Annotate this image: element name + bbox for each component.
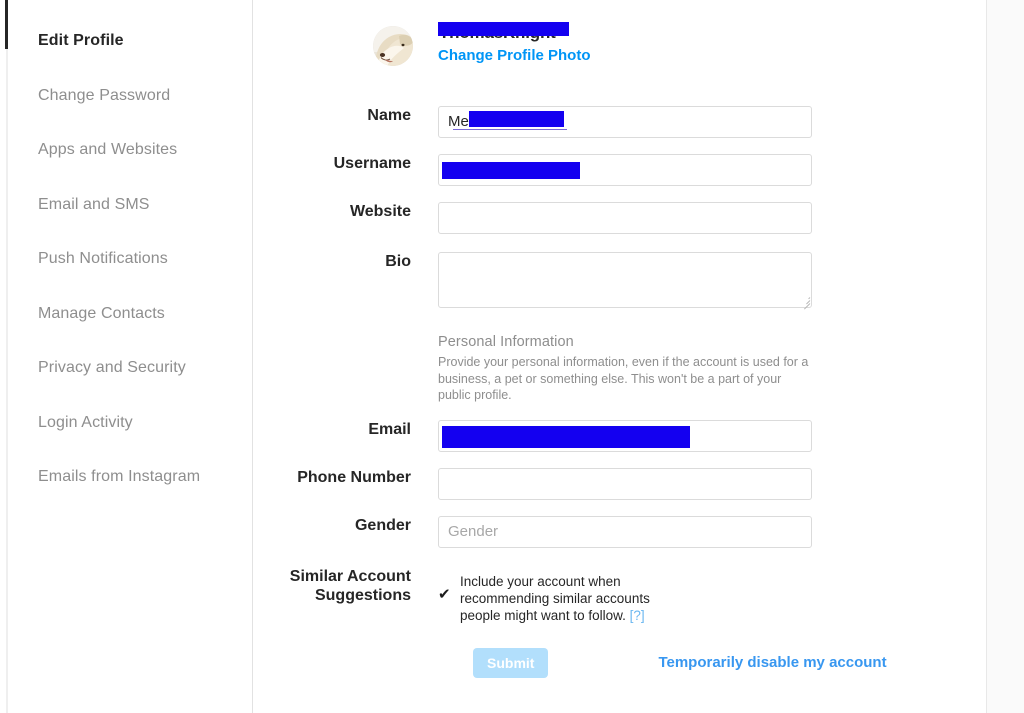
- similar-accounts-field: ✔ Include your account when recommending…: [438, 566, 986, 625]
- name-row: Name Me: [253, 106, 986, 138]
- edit-profile-page: Edit Profile Change Password Apps and We…: [0, 0, 1024, 713]
- redaction-bar-name: [469, 111, 564, 127]
- email-input[interactable]: [438, 419, 812, 452]
- resize-handle-icon[interactable]: [799, 295, 811, 310]
- sidebar-item-login-activity[interactable]: Login Activity: [0, 396, 253, 451]
- personal-information-title: Personal Information: [438, 334, 574, 350]
- username-row: Username: [253, 154, 986, 186]
- form-actions-row: Submit Temporarily disable my account: [253, 647, 986, 678]
- profile-header-text: ThomasKnight Change Profile Photo: [438, 22, 986, 64]
- sidebar-item-label: Apps and Websites: [38, 141, 178, 158]
- redaction-bar-username-field: [442, 162, 580, 179]
- username-field-wrap: [438, 154, 986, 186]
- website-row: Website: [253, 202, 986, 234]
- gender-row: Gender Gender: [253, 515, 986, 548]
- bio-label: Bio: [385, 253, 411, 270]
- email-label: Email: [368, 420, 411, 438]
- sidebar-item-label: Email and SMS: [38, 195, 150, 213]
- sidebar-item-label: Push Notifications: [38, 250, 168, 267]
- similar-accounts-label-line-2: Suggestions: [314, 587, 411, 605]
- sidebar-item-privacy-and-security[interactable]: Privacy and Security: [0, 341, 253, 396]
- name-input-value: Me: [448, 113, 469, 130]
- name-field-wrap: Me: [438, 106, 986, 138]
- redaction-bar-email: [442, 425, 690, 448]
- bio-field-wrap: [438, 252, 986, 310]
- gender-label: Gender: [354, 516, 411, 534]
- profile-header-row: ThomasKnight Change Profile Photo: [253, 22, 986, 90]
- settings-sidebar: Edit Profile Change Password Apps and We…: [0, 0, 253, 713]
- spellcheck-underline: [453, 129, 567, 130]
- similar-accounts-checkbox[interactable]: ✔: [438, 574, 460, 604]
- form-actions: Submit Temporarily disable my account: [438, 647, 986, 678]
- sidebar-item-push-notifications[interactable]: Push Notifications: [0, 232, 253, 287]
- page-right-gutter: [986, 0, 1024, 713]
- sidebar-item-label: Edit Profile: [38, 32, 124, 49]
- dog-photo-avatar-graphic: [373, 26, 413, 66]
- sidebar-item-label: Privacy and Security: [38, 359, 186, 376]
- edit-profile-form: ThomasKnight Change Profile Photo Name M…: [253, 0, 986, 678]
- similar-accounts-description: Include your account when recommending s…: [460, 574, 688, 625]
- sidebar-item-change-password[interactable]: Change Password: [0, 69, 253, 124]
- similar-accounts-label: Similar Account Suggestions: [253, 566, 438, 605]
- username-input[interactable]: [438, 154, 812, 186]
- sidebar-item-label: Emails from Instagram: [38, 468, 201, 485]
- username-label: Username: [333, 155, 411, 172]
- sidebar-item-label: Manage Contacts: [38, 304, 165, 322]
- email-field-wrap: [438, 419, 986, 452]
- personal-information-section: Personal Information Provide your person…: [438, 334, 818, 404]
- dog-photo-avatar[interactable]: [373, 26, 413, 66]
- sidebar-nav-list: Edit Profile Change Password Apps and We…: [0, 0, 253, 505]
- website-field-wrap: [438, 202, 986, 234]
- sidebar-item-label: Change Password: [38, 86, 171, 104]
- similar-accounts-row: Similar Account Suggestions ✔ Include yo…: [253, 566, 986, 625]
- phone-input[interactable]: [438, 467, 812, 500]
- gender-input-placeholder: Gender: [448, 522, 499, 540]
- email-row: Email: [253, 419, 986, 452]
- similar-accounts-label-line-1: Similar Account: [289, 567, 411, 585]
- temporarily-disable-account-link[interactable]: Temporarily disable my account: [658, 654, 886, 671]
- personal-information-body: Provide your personal information, even …: [438, 355, 809, 403]
- sidebar-item-manage-contacts[interactable]: Manage Contacts: [0, 287, 253, 342]
- website-label: Website: [349, 203, 411, 220]
- profile-username-display: ThomasKnight: [438, 22, 588, 43]
- gender-field-wrap: Gender: [438, 515, 986, 548]
- edit-profile-main: ThomasKnight Change Profile Photo Name M…: [253, 0, 986, 713]
- gender-input[interactable]: Gender: [438, 515, 812, 548]
- bio-row: Bio: [253, 252, 986, 310]
- similar-accounts-description-text: Include your account when recommending s…: [460, 573, 650, 623]
- submit-button[interactable]: Submit: [473, 647, 549, 678]
- change-profile-photo-link[interactable]: Change Profile Photo: [438, 47, 986, 64]
- bio-textarea[interactable]: [438, 252, 812, 310]
- phone-field-wrap: [438, 467, 986, 500]
- sidebar-item-emails-from-instagram[interactable]: Emails from Instagram: [0, 450, 253, 505]
- sidebar-item-email-and-sms[interactable]: Email and SMS: [0, 178, 253, 233]
- sidebar-item-edit-profile[interactable]: Edit Profile: [0, 14, 253, 69]
- name-input[interactable]: Me: [438, 106, 812, 138]
- sidebar-item-label: Login Activity: [38, 413, 133, 431]
- phone-label: Phone Number: [297, 468, 411, 486]
- avatar-column: [253, 22, 438, 66]
- similar-accounts-help-link[interactable]: [?]: [630, 608, 645, 623]
- sidebar-item-apps-and-websites[interactable]: Apps and Websites: [0, 123, 253, 178]
- phone-row: Phone Number: [253, 467, 986, 500]
- redaction-bar-username: [438, 22, 569, 36]
- name-label: Name: [367, 107, 411, 124]
- website-input[interactable]: [438, 202, 812, 234]
